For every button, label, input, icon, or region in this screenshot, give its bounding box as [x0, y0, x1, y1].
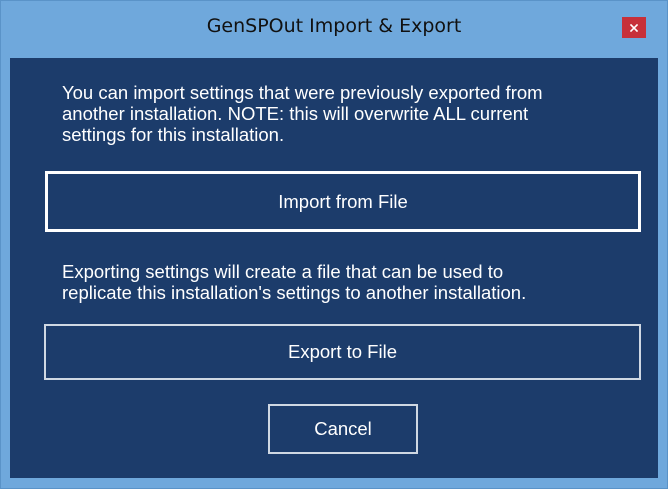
close-icon [630, 23, 638, 32]
cancel-button[interactable]: Cancel [268, 404, 418, 454]
export-to-file-button[interactable]: Export to File [44, 324, 641, 380]
dialog-body: You can import settings that were previo… [10, 58, 658, 478]
window-title: GenSPOut Import & Export [206, 15, 462, 37]
title-bar[interactable]: GenSPOut Import & Export [1, 1, 667, 58]
close-button[interactable] [622, 17, 646, 38]
import-description: You can import settings that were previo… [62, 82, 543, 145]
dialog-window: GenSPOut Import & Export You can import … [0, 0, 668, 489]
import-from-file-button[interactable]: Import from File [45, 171, 641, 232]
export-description: Exporting settings will create a file th… [62, 261, 527, 303]
